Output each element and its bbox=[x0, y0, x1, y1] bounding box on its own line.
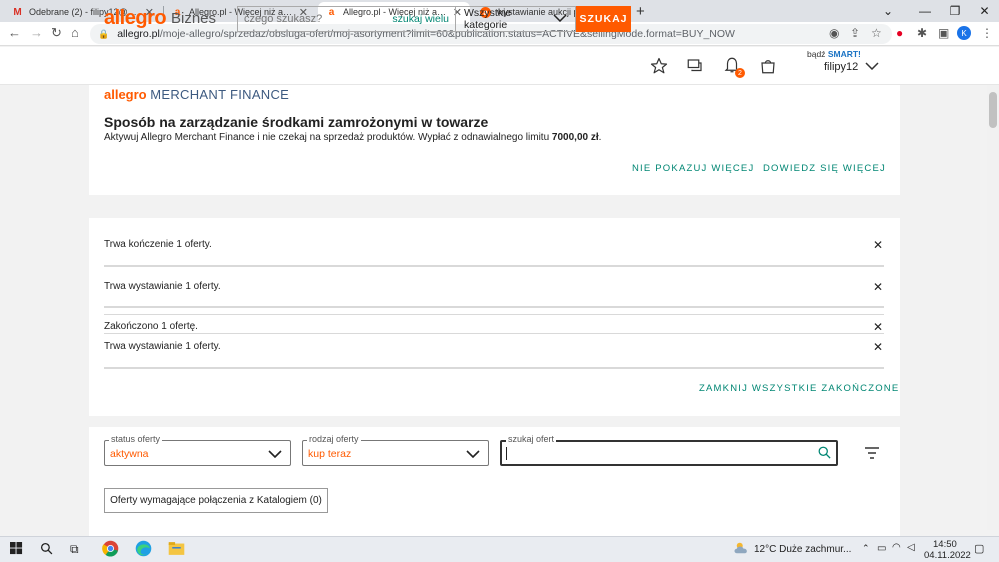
close-all-finished-button[interactable]: ZAMKNIJ WSZYSTKIE ZAKOŃCZONE bbox=[699, 383, 899, 394]
allegro-logo[interactable]: allegro bbox=[104, 7, 167, 30]
close-icon[interactable]: ✕ bbox=[873, 320, 883, 334]
minimize-icon[interactable]: — bbox=[910, 0, 940, 22]
eye-off-icon[interactable]: ◉ bbox=[829, 26, 839, 40]
dont-show-again-button[interactable]: NIE POKAZUJ WIĘCEJ bbox=[632, 163, 754, 174]
weather-icon bbox=[733, 541, 751, 558]
star-icon[interactable] bbox=[649, 56, 669, 76]
divider bbox=[104, 333, 884, 334]
close-window-icon[interactable]: ✕ bbox=[970, 0, 999, 22]
type-filter-label: rodzaj oferty bbox=[307, 434, 361, 444]
star-icon[interactable]: ☆ bbox=[871, 26, 882, 40]
search-icon[interactable] bbox=[817, 445, 832, 463]
volume-icon[interactable]: ◁ bbox=[907, 542, 915, 553]
task-view-icon[interactable]: ⧉ bbox=[70, 542, 79, 557]
chevron-down-icon[interactable] bbox=[865, 59, 879, 73]
progress-bar bbox=[104, 367, 884, 369]
category-value: Wszystkie kategorie bbox=[464, 7, 512, 31]
learn-more-button[interactable]: DOWIEDZ SIĘ WIĘCEJ bbox=[763, 163, 886, 174]
notification-badge: 2 bbox=[735, 68, 745, 78]
offer-search-input[interactable]: szukaj ofert bbox=[500, 434, 838, 466]
chrome-icon[interactable] bbox=[102, 540, 119, 560]
search-many-link[interactable]: szukaj wielu bbox=[392, 13, 449, 25]
close-icon[interactable]: ✕ bbox=[873, 280, 883, 294]
windows-start-icon[interactable] bbox=[10, 542, 23, 558]
share-icon[interactable]: ⇪ bbox=[850, 26, 860, 40]
merchant-finance-logo: allegro MERCHANT FINANCE bbox=[104, 87, 290, 102]
pinterest-icon[interactable]: ● bbox=[896, 26, 903, 40]
category-select[interactable]: Wszystkie kategorie bbox=[455, 6, 576, 32]
notification-text: Trwa kończenie 1 oferty. bbox=[104, 239, 212, 250]
catalog-offers-button[interactable]: Oferty wymagające połączenia z Katalogie… bbox=[104, 488, 328, 513]
sidepanel-icon[interactable]: ▣ bbox=[938, 26, 949, 40]
type-filter-select[interactable]: rodzaj oferty kup teraz bbox=[302, 434, 489, 466]
search-input[interactable]: czego szukasz? szukaj wielu bbox=[237, 6, 455, 32]
forward-icon[interactable]: → bbox=[30, 25, 43, 40]
smart-promo[interactable]: bądź SMART! bbox=[807, 49, 861, 59]
text-caret bbox=[506, 447, 507, 460]
chevron-down-icon bbox=[268, 445, 282, 461]
finance-title: Sposób na zarządzanie środkami zamrożony… bbox=[104, 114, 489, 130]
progress-bar bbox=[104, 306, 884, 308]
messages-icon[interactable] bbox=[685, 56, 705, 76]
weather-text[interactable]: 12°C Duże zachmur... bbox=[754, 544, 851, 555]
clock-date[interactable]: 04.11.2022 bbox=[924, 550, 971, 561]
type-filter-value: kup teraz bbox=[308, 448, 352, 460]
chevron-up-icon[interactable]: ⌃ bbox=[862, 543, 870, 554]
battery-icon[interactable]: ▭ bbox=[877, 543, 886, 554]
restore-icon[interactable]: ❐ bbox=[940, 0, 970, 22]
back-icon[interactable]: ← bbox=[8, 25, 21, 40]
chevron-down-icon[interactable]: ⌄ bbox=[866, 0, 910, 22]
divider bbox=[104, 314, 884, 315]
logo-subtitle: Biznes bbox=[171, 10, 217, 27]
search-icon[interactable] bbox=[40, 542, 53, 558]
new-tab-button[interactable]: + bbox=[636, 3, 645, 20]
home-icon[interactable]: ⌂ bbox=[71, 25, 79, 40]
page-scrollbar[interactable] bbox=[987, 85, 999, 530]
cart-icon[interactable] bbox=[758, 56, 778, 76]
lock-icon: 🔒 bbox=[98, 28, 110, 39]
menu-icon[interactable]: ⋮ bbox=[981, 26, 993, 40]
progress-bar bbox=[104, 265, 884, 267]
username[interactable]: filipy12 bbox=[824, 61, 858, 73]
chevron-down-icon bbox=[466, 445, 480, 461]
status-filter-label: status oferty bbox=[109, 434, 163, 444]
status-filter-select[interactable]: status oferty aktywna bbox=[104, 434, 291, 466]
offer-search-label: szukaj ofert bbox=[506, 434, 557, 444]
clock-time[interactable]: 14:50 bbox=[933, 539, 957, 550]
gmail-icon: M bbox=[13, 6, 22, 18]
close-icon[interactable]: ✕ bbox=[873, 238, 883, 252]
windows-taskbar: ⧉ 12°C Duże zachmur... ⌃ ▭ ◠ ◁ 14:50 04.… bbox=[0, 536, 999, 562]
extensions-icon[interactable]: ✱ bbox=[917, 26, 927, 40]
notification-center-icon[interactable]: ▢ bbox=[974, 542, 984, 555]
search-placeholder: czego szukasz? bbox=[244, 13, 323, 25]
file-explorer-icon[interactable] bbox=[168, 541, 185, 559]
filter-icon[interactable] bbox=[864, 446, 880, 463]
status-filter-value: aktywna bbox=[110, 448, 149, 460]
wifi-icon[interactable]: ◠ bbox=[892, 542, 901, 553]
finance-description: Aktywuj Allegro Merchant Finance i nie c… bbox=[104, 132, 602, 143]
notification-text: Trwa wystawianie 1 oferty. bbox=[104, 281, 221, 292]
notification-text: Trwa wystawianie 1 oferty. bbox=[104, 341, 221, 352]
notification-text: Zakończono 1 ofertę. bbox=[104, 321, 198, 332]
close-icon[interactable]: ✕ bbox=[873, 340, 883, 354]
reload-icon[interactable]: ↻ bbox=[51, 25, 62, 41]
scrollbar-thumb[interactable] bbox=[989, 92, 997, 128]
search-button[interactable]: SZUKAJ bbox=[576, 6, 631, 32]
chevron-down-icon bbox=[553, 13, 567, 25]
edge-icon[interactable] bbox=[135, 540, 152, 560]
profile-avatar[interactable]: K bbox=[957, 26, 971, 40]
